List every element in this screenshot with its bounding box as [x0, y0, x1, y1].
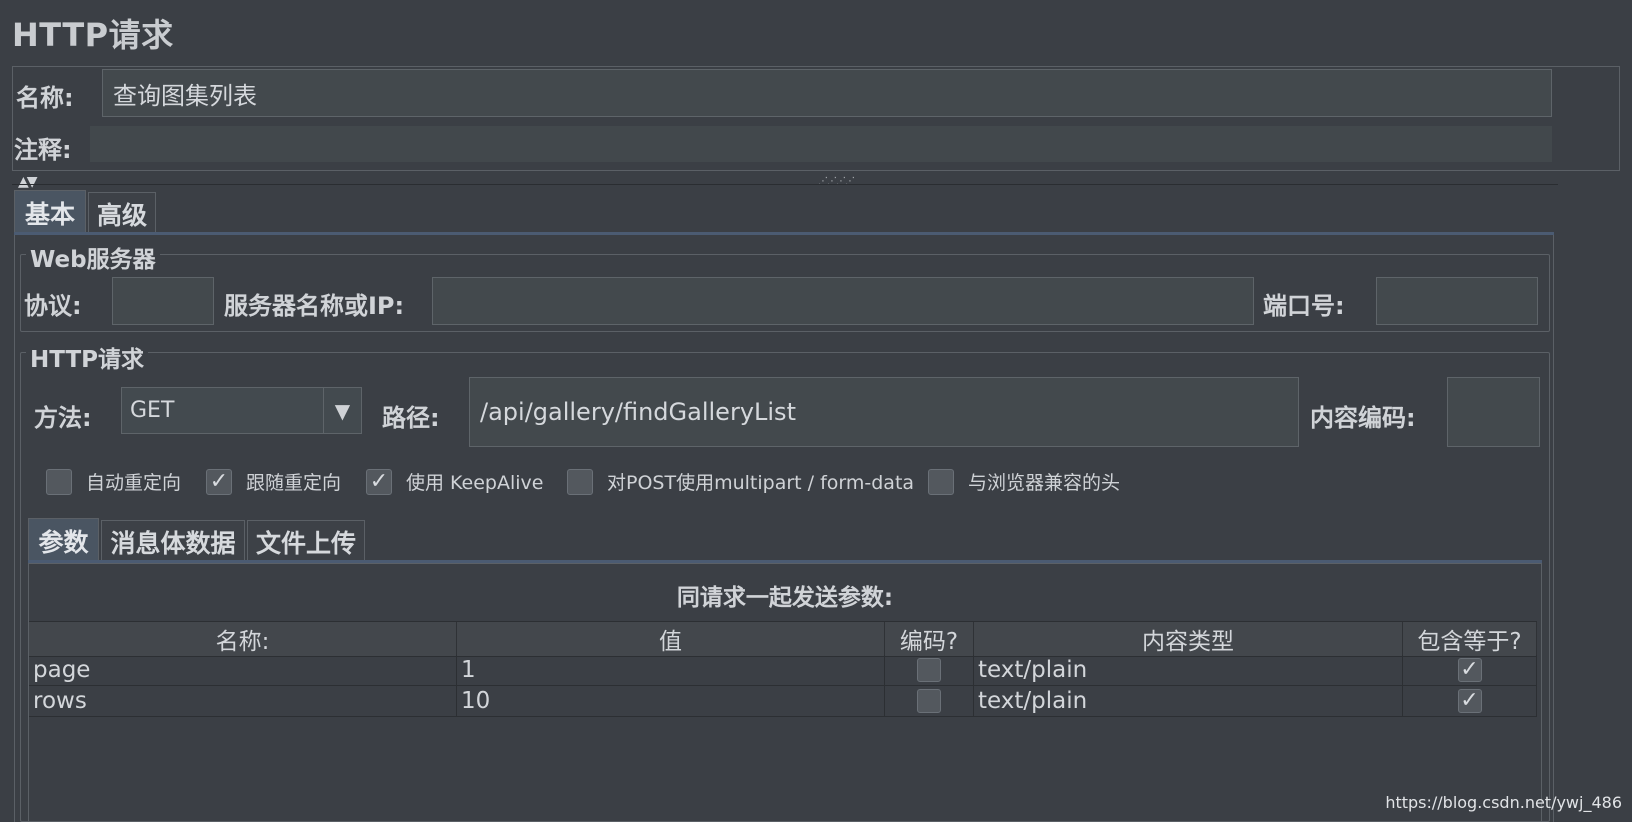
table-row[interactable]: rows 10 text/plain ✓ — [29, 686, 1537, 717]
column-header-include-equals[interactable]: 包含等于? — [1403, 622, 1537, 656]
chevron-down-icon[interactable]: ▼ — [323, 388, 361, 433]
port-label: 端口号: — [1263, 292, 1345, 320]
check-icon: ✓ — [1460, 657, 1479, 682]
splitter-collapse-icon[interactable]: ▲▼ — [18, 174, 37, 190]
page-title: HTTP请求 — [12, 16, 174, 54]
option-browser-headers[interactable]: 与浏览器兼容的头 — [928, 468, 1120, 495]
comment-field[interactable] — [90, 126, 1552, 162]
comment-label: 注释: — [14, 136, 72, 164]
path-label: 路径: — [382, 404, 440, 432]
multipart-label: 对POST使用multipart / form-data — [607, 472, 915, 494]
check-icon: ✓ — [1460, 688, 1479, 713]
include-equals-checkbox[interactable]: ✓ — [1457, 688, 1482, 713]
browser-headers-label: 与浏览器兼容的头 — [968, 472, 1121, 494]
name-label: 名称: — [16, 84, 74, 112]
option-keepalive[interactable]: ✓ 使用 KeepAlive — [366, 468, 543, 495]
include-equals-checkbox[interactable]: ✓ — [1457, 657, 1482, 682]
tab-advanced-label: 高级 — [96, 200, 147, 230]
tab-advanced[interactable]: 高级 — [88, 192, 156, 234]
follow-redirects-checkbox[interactable]: ✓ — [206, 468, 232, 495]
protocol-label: 协议: — [24, 292, 82, 320]
param-content-type-cell[interactable]: text/plain — [974, 686, 1403, 716]
tab-parameters-label: 参数 — [38, 527, 89, 557]
tab-body-data-label: 消息体数据 — [110, 528, 236, 558]
tab-body-data[interactable]: 消息体数据 — [101, 520, 245, 562]
column-header-encode[interactable]: 编码? — [885, 622, 974, 656]
column-header-name[interactable]: 名称: — [29, 622, 457, 656]
method-label: 方法: — [34, 404, 92, 432]
watermark: https://blog.csdn.net/ywj_486 — [1385, 793, 1622, 812]
param-value-cell[interactable]: 1 — [457, 655, 885, 685]
server-field[interactable] — [432, 277, 1254, 325]
name-field[interactable]: 查询图集列表 — [102, 69, 1552, 117]
tab-file-upload-label: 文件上传 — [255, 528, 356, 558]
web-server-group-title: Web服务器 — [26, 240, 160, 274]
splitter-line — [12, 184, 1558, 185]
keepalive-label: 使用 KeepAlive — [406, 472, 544, 494]
param-encode-cell[interactable] — [885, 655, 974, 685]
param-include-equals-cell[interactable]: ✓ — [1403, 655, 1537, 685]
param-content-type-cell[interactable]: text/plain — [974, 655, 1403, 685]
parameters-table-body: page 1 text/plain ✓ rows 10 text/plain ✓ — [29, 655, 1537, 717]
content-encoding-label: 内容编码: — [1310, 404, 1416, 432]
column-header-content-type[interactable]: 内容类型 — [974, 622, 1403, 656]
http-request-group-title: HTTP请求 — [26, 340, 149, 374]
server-label: 服务器名称或IP: — [224, 292, 405, 320]
parameters-heading: 同请求一起发送参数: — [676, 585, 894, 611]
keepalive-checkbox[interactable]: ✓ — [366, 468, 392, 495]
tab-basic[interactable]: 基本 — [14, 190, 86, 234]
multipart-checkbox[interactable] — [567, 468, 593, 495]
method-value: GET — [130, 398, 175, 423]
tab-file-upload[interactable]: 文件上传 — [247, 520, 365, 562]
content-encoding-field[interactable] — [1447, 377, 1540, 447]
param-include-equals-cell[interactable]: ✓ — [1403, 686, 1537, 716]
table-header: 名称: 值 编码? 内容类型 包含等于? — [29, 621, 1537, 657]
option-auto-redirect[interactable]: 自动重定向 — [46, 468, 181, 495]
param-name-cell[interactable]: rows — [29, 686, 457, 716]
path-field[interactable]: /api/gallery/findGalleryList — [469, 377, 1299, 447]
port-field[interactable] — [1376, 277, 1538, 325]
auto-redirect-label: 自动重定向 — [86, 472, 182, 494]
tab-parameters[interactable]: 参数 — [28, 518, 99, 562]
encode-checkbox[interactable] — [917, 689, 941, 713]
protocol-field[interactable] — [112, 277, 214, 325]
table-row[interactable]: page 1 text/plain ✓ — [29, 655, 1537, 686]
param-value-cell[interactable]: 10 — [457, 686, 885, 716]
browser-headers-checkbox[interactable] — [928, 468, 954, 495]
param-name-cell[interactable]: page — [29, 655, 457, 685]
option-multipart[interactable]: 对POST使用multipart / form-data — [567, 468, 914, 495]
option-follow-redirects[interactable]: ✓ 跟随重定向 — [206, 468, 341, 495]
follow-redirects-label: 跟随重定向 — [246, 472, 342, 494]
splitter-grip-icon[interactable]: ⋰⋰⋰⋰ — [818, 176, 855, 187]
tab-basic-label: 基本 — [24, 199, 75, 229]
check-icon: ✓ — [369, 468, 389, 494]
encode-checkbox[interactable] — [917, 658, 941, 682]
column-header-value[interactable]: 值 — [457, 622, 885, 656]
param-encode-cell[interactable] — [885, 686, 974, 716]
auto-redirect-checkbox[interactable] — [46, 468, 72, 495]
method-select[interactable]: GET ▼ — [121, 387, 362, 434]
check-icon: ✓ — [209, 468, 229, 494]
